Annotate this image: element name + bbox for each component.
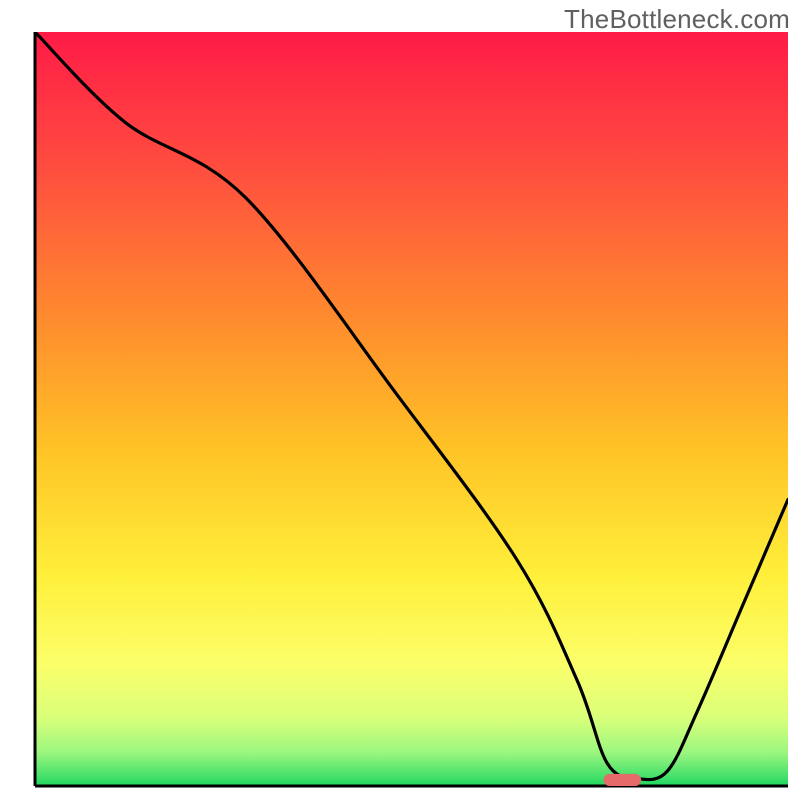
- bottleneck-chart: [0, 0, 800, 800]
- minimum-marker: [604, 774, 642, 786]
- chart-stage: TheBottleneck.com: [0, 0, 800, 800]
- watermark-text: TheBottleneck.com: [564, 4, 790, 35]
- gradient-background: [35, 32, 788, 786]
